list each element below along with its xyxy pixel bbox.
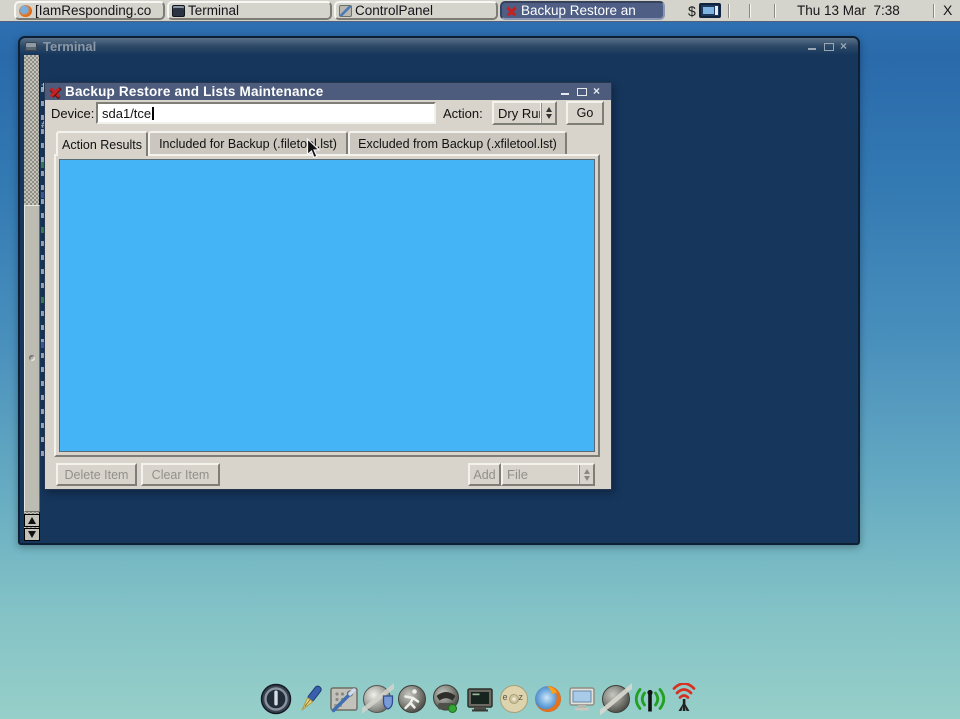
tab-label: Action Results: [62, 138, 142, 152]
delete-item-label: Delete Item: [65, 468, 129, 482]
tray-monitor-icon[interactable]: [699, 3, 721, 18]
device-input-value: sda1/tce: [102, 106, 151, 121]
pen-icon[interactable]: [294, 682, 327, 715]
backup-app-icon: [505, 5, 518, 17]
terminal-titlebar[interactable]: Terminal ×: [20, 38, 858, 55]
add-button[interactable]: Add: [468, 463, 501, 486]
maximize-icon[interactable]: [577, 87, 586, 96]
close-icon[interactable]: ×: [593, 87, 602, 96]
taskbar-button-iamresponding[interactable]: [IamResponding.co: [14, 1, 165, 20]
desktop: [IamResponding.co Terminal ControlPanel …: [0, 0, 960, 719]
action-dropdown[interactable]: Dry Run: [492, 101, 557, 125]
scrollbar-dimple: [29, 355, 35, 361]
add-type-dropdown[interactable]: File: [501, 463, 595, 486]
power-icon[interactable]: [260, 682, 293, 715]
taskbar-button-label: Terminal: [188, 3, 239, 18]
scroll-up-arrow[interactable]: [24, 514, 40, 527]
terminal-scrollbar[interactable]: [24, 55, 40, 541]
dock: ez: [0, 682, 960, 715]
close-icon[interactable]: ×: [840, 42, 849, 51]
go-button-label: Go: [577, 106, 594, 120]
run-icon[interactable]: [396, 682, 429, 715]
dialog-body: Device: sda1/tce Action: Dry Run Go Acti…: [45, 101, 611, 489]
clear-item-button[interactable]: Clear Item: [141, 463, 220, 486]
up-triangle-icon: [584, 469, 590, 474]
dialog-titlebar[interactable]: Backup Restore and Lists Maintenance ×: [45, 83, 611, 100]
wifi-green-icon[interactable]: [634, 682, 667, 715]
ezremaster-icon[interactable]: ez: [498, 682, 531, 715]
taskbar-button-controlpanel[interactable]: ControlPanel: [334, 1, 498, 20]
device-input[interactable]: sda1/tce: [96, 102, 436, 124]
taskbar-button-label: [IamResponding.co: [35, 3, 151, 18]
tray-monitor-screen: [703, 7, 714, 14]
tab-action-results[interactable]: Action Results: [56, 131, 148, 156]
shell-indicator: $: [688, 3, 696, 19]
taskbar: [IamResponding.co Terminal ControlPanel …: [0, 0, 960, 22]
tab-excluded-from-backup[interactable]: Excluded from Backup (.xfiletool.lst): [348, 131, 567, 154]
apps-shield-icon[interactable]: [362, 682, 395, 715]
down-triangle-icon: [546, 114, 552, 119]
taskbar-separator: [774, 4, 776, 18]
wifi-red-icon[interactable]: [668, 682, 701, 715]
maximize-icon[interactable]: [824, 42, 833, 51]
down-triangle-icon: [584, 476, 590, 481]
tray-monitor-strip: [715, 6, 718, 15]
taskbar-button-terminal[interactable]: Terminal: [167, 1, 332, 20]
taskbar-close-button[interactable]: X: [941, 2, 954, 18]
results-listbox[interactable]: [59, 159, 595, 452]
mouse-cursor: [306, 138, 321, 165]
terminal-window-icon: [25, 42, 37, 51]
action-dropdown-value: Dry Run: [494, 106, 541, 121]
taskbar-button-label: Backup Restore an: [521, 3, 636, 18]
control-panel-icon[interactable]: [328, 682, 361, 715]
text-caret: [152, 107, 154, 120]
taskbar-separator: [933, 4, 935, 18]
up-triangle-icon: [546, 107, 552, 112]
spinner-arrows-icon[interactable]: [579, 465, 593, 484]
app-red-x-icon: [49, 86, 61, 98]
taskbar-button-backup-restore[interactable]: Backup Restore an: [500, 1, 665, 20]
minimize-icon[interactable]: [808, 42, 817, 51]
device-label: Device:: [51, 106, 94, 121]
clear-item-label: Clear Item: [152, 468, 210, 482]
dialer-icon[interactable]: [430, 682, 463, 715]
mount-icon[interactable]: [600, 682, 633, 715]
spinner-arrows-icon[interactable]: [541, 103, 555, 123]
add-button-label: Add: [473, 468, 495, 482]
tab-panel: [54, 154, 600, 457]
control-panel-icon: [339, 5, 352, 17]
backup-dialog-window: Backup Restore and Lists Maintenance × D…: [44, 82, 612, 490]
taskbar-separator: [728, 4, 730, 18]
clock: Thu 13 Mar 7:38: [797, 3, 900, 18]
go-button[interactable]: Go: [566, 101, 604, 125]
delete-item-button[interactable]: Delete Item: [56, 463, 137, 486]
display-icon[interactable]: [566, 682, 599, 715]
action-label: Action:: [443, 106, 483, 121]
scroll-down-arrow[interactable]: [24, 528, 40, 541]
taskbar-separator: [749, 4, 751, 18]
tab-label: Excluded from Backup (.xfiletool.lst): [358, 137, 557, 151]
terminal-window-icon[interactable]: [464, 682, 497, 715]
up-triangle-icon: [28, 517, 36, 524]
down-triangle-icon: [28, 531, 36, 538]
firefox-icon[interactable]: [532, 682, 565, 715]
firefox-icon: [19, 5, 32, 17]
taskbar-button-label: ControlPanel: [355, 3, 433, 18]
terminal-window-title: Terminal: [43, 39, 96, 54]
terminal-icon: [172, 5, 185, 17]
ez-label: ez: [503, 692, 535, 702]
add-type-value: File: [503, 467, 579, 482]
minimize-icon[interactable]: [561, 87, 570, 96]
dialog-title: Backup Restore and Lists Maintenance: [65, 84, 324, 99]
